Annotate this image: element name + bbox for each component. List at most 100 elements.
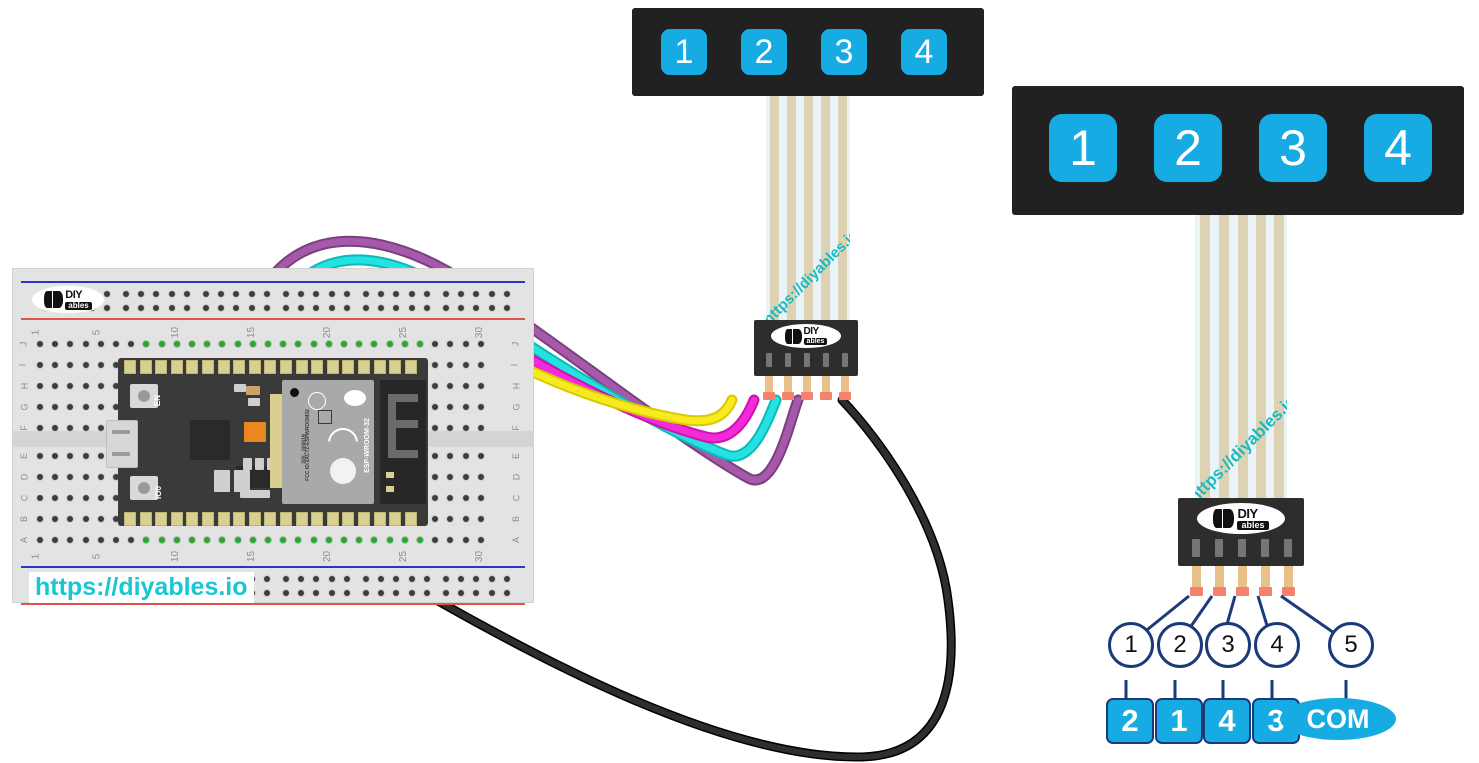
breadboard-hole[interactable] [477,474,484,480]
esp32-header-pad[interactable] [202,512,214,526]
breadboard-hole[interactable] [128,537,135,543]
breadboard-hole[interactable] [298,576,305,582]
esp32-header-pad[interactable] [358,512,370,526]
breadboard-hole[interactable] [443,291,449,297]
breadboard-hole[interactable] [52,516,59,522]
breadboard-hole[interactable] [298,291,305,297]
breadboard-hole[interactable] [473,576,480,582]
breadboard-hole[interactable] [113,537,119,543]
breadboard-hole[interactable] [37,516,43,522]
breadboard-hole[interactable] [52,362,59,368]
breadboard-hole[interactable] [432,495,439,501]
breadboard-hole[interactable] [82,425,89,431]
breadboard-hole[interactable] [432,383,439,389]
breadboard-hole-connected[interactable] [204,537,211,543]
breadboard-hole[interactable] [477,495,484,501]
esp32-header-pad[interactable] [186,360,199,374]
breadboard-hole[interactable] [37,425,43,431]
breadboard-hole[interactable] [97,383,104,389]
breadboard-hole[interactable] [408,291,415,297]
breadboard-hole-connected[interactable] [234,537,241,543]
breadboard-hole-connected[interactable] [371,537,378,543]
breadboard-hole[interactable] [447,453,454,459]
breadboard-hole[interactable] [328,305,335,311]
breadboard-hole[interactable] [423,305,430,311]
breadboard-hole[interactable] [477,404,484,410]
breadboard-hole-connected[interactable] [280,537,287,543]
breadboard-hole[interactable] [328,291,335,297]
esp32-header-pad[interactable] [342,512,355,526]
esp32-header-pad[interactable] [170,512,183,526]
esp32-header-pad[interactable] [248,360,261,374]
breadboard-hole[interactable] [82,495,89,501]
breadboard-hole[interactable] [477,425,484,431]
breadboard-hole-connected[interactable] [386,537,393,543]
esp32-header-pad[interactable] [373,360,386,374]
breadboard-hole[interactable] [447,425,454,431]
breadboard-hole[interactable] [458,305,465,311]
breadboard-hole-connected[interactable] [204,341,211,347]
breadboard-hole[interactable] [313,576,320,582]
breadboard-hole[interactable] [462,362,469,368]
breadboard-hole[interactable] [82,453,89,459]
breadboard-hole[interactable] [423,590,430,596]
breadboard-hole[interactable] [103,305,110,311]
breadboard-hole[interactable] [37,404,43,410]
esp32-header-pad[interactable] [155,360,168,374]
breadboard-hole[interactable] [462,495,469,501]
esp32-header-pad[interactable] [124,512,136,526]
keypad-module-connected[interactable]: 1234 [632,8,984,96]
breadboard-hole-connected[interactable] [341,537,347,543]
breadboard-hole[interactable] [153,291,160,297]
breadboard-hole[interactable] [283,305,289,311]
breadboard-hole[interactable] [462,453,469,459]
breadboard-hole-connected[interactable] [219,537,226,543]
breadboard-hole[interactable] [473,291,480,297]
breadboard-hole-connected[interactable] [295,537,302,543]
breadboard-hole[interactable] [462,383,469,389]
breadboard-hole[interactable] [462,341,469,347]
breadboard-hole[interactable] [97,537,104,543]
breadboard-hole[interactable] [447,495,454,501]
keypad-key-large-1[interactable]: 1 [1049,114,1117,182]
esp32-header-pad[interactable] [139,360,152,374]
breadboard-hole[interactable] [203,305,209,311]
breadboard-hole[interactable] [447,404,454,410]
esp32-header-pad[interactable] [186,512,199,526]
breadboard-hole[interactable] [67,537,74,543]
breadboard-hole-connected[interactable] [386,341,393,347]
breadboard-hole[interactable] [67,362,74,368]
breadboard-hole[interactable] [103,291,110,297]
breadboard-hole[interactable] [138,291,145,297]
breadboard-hole[interactable] [488,305,495,311]
esp32-header-pad[interactable] [248,512,261,526]
breadboard-hole[interactable] [52,425,59,431]
breadboard-hole[interactable] [462,516,469,522]
breadboard-hole[interactable] [233,291,240,297]
breadboard-hole[interactable] [298,590,305,596]
breadboard-hole[interactable] [218,305,225,311]
breadboard-hole[interactable] [97,425,104,431]
esp32-header-pad[interactable] [217,360,230,374]
breadboard-hole[interactable] [423,291,430,297]
breadboard-hole[interactable] [123,291,129,297]
keypad-key-2[interactable]: 2 [741,29,787,75]
breadboard-hole[interactable] [263,576,270,582]
breadboard-hole[interactable] [37,341,43,347]
breadboard-hole[interactable] [97,404,104,410]
esp32-header-pad[interactable] [358,360,370,374]
breadboard-hole[interactable] [432,341,439,347]
breadboard-hole[interactable] [443,590,449,596]
breadboard-hole[interactable] [203,291,209,297]
breadboard-hole[interactable] [97,453,104,459]
breadboard-hole[interactable] [37,453,43,459]
breadboard-hole[interactable] [183,305,190,311]
breadboard-hole-connected[interactable] [295,341,302,347]
breadboard-hole[interactable] [67,383,74,389]
breadboard-hole[interactable] [443,305,449,311]
breadboard-hole[interactable] [37,474,43,480]
breadboard-hole-connected[interactable] [173,341,180,347]
breadboard-hole[interactable] [447,341,454,347]
breadboard-hole[interactable] [263,305,270,311]
breadboard-hole-connected[interactable] [401,537,408,543]
